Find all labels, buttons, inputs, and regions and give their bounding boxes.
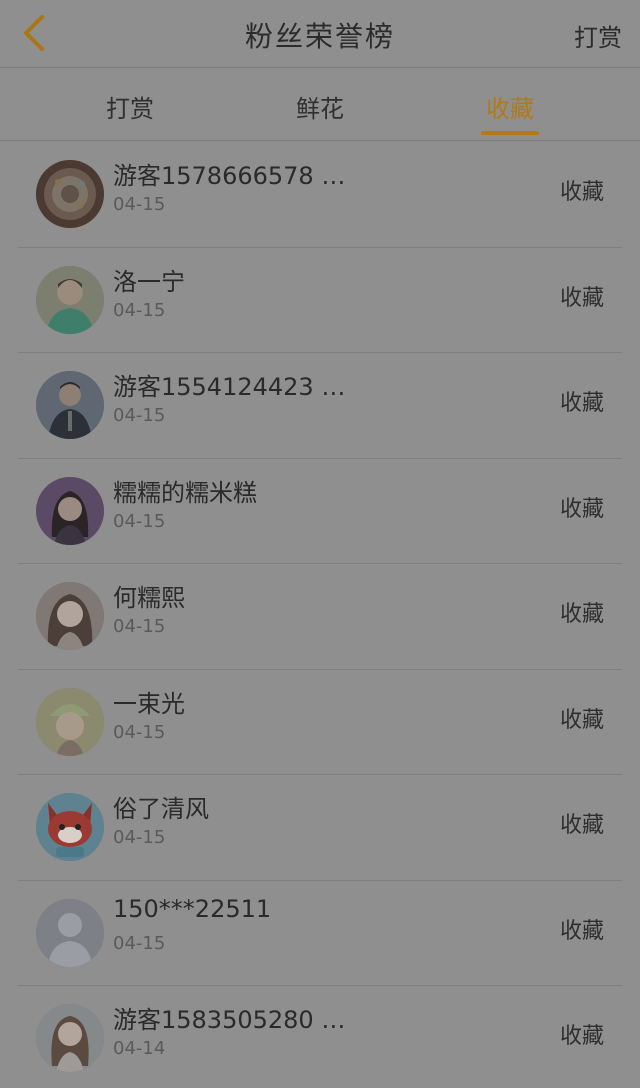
fan-name: 150***22511 [113,894,272,923]
list-item[interactable]: 洛一宁 04-15 收藏 [18,248,622,353]
fan-action: 收藏 [559,918,604,944]
fan-name: 何糯熙 [113,584,185,612]
fan-action: 收藏 [559,707,604,733]
fan-action: 收藏 [559,285,604,311]
person-avatar [36,476,104,545]
fan-action: 收藏 [559,496,604,522]
fan-date: 04-15 [113,405,166,426]
fan-action: 收藏 [559,813,604,838]
fan-date: 04-15 [113,616,166,637]
tab-reward[interactable]: 打赏 [70,89,190,124]
fan-name: 游客1578666578 … [113,162,346,190]
top-bar: 粉丝荣誉榜 打赏 [0,0,640,68]
fan-name: 游客1554124423 … [113,373,346,401]
reward-button[interactable]: 打赏 [574,18,622,53]
default-user-avatar [36,898,104,967]
tab-bar: 打赏 鲜花 收藏 [0,69,640,141]
cartoon-fox-avatar [36,793,104,861]
fan-honor-page: 粉丝荣誉榜 打赏 打赏 鲜花 收藏 游客1578666578 … 04-15 收… [0,0,640,1088]
fan-date: 04-15 [113,510,166,532]
fan-action: 收藏 [559,602,604,627]
fan-date: 04-15 [113,932,166,954]
fan-action: 收藏 [559,391,604,416]
fan-name: 洛一宁 [113,267,185,296]
list-item[interactable]: 游客1583505280 … 04-14 收藏 [18,986,622,1088]
fan-name: 一束光 [113,689,185,718]
fan-name: 俗了清风 [113,795,209,823]
list-item[interactable]: 俗了清风 04-15 收藏 [18,775,622,881]
fan-date: 04-15 [113,827,166,848]
cake-avatar [36,160,104,228]
tab-flowers[interactable]: 鲜花 [260,89,380,124]
tab-favorites[interactable]: 收藏 [450,89,570,124]
fan-date: 04-15 [113,194,166,215]
fan-date: 04-15 [113,299,166,321]
fan-date: 04-14 [113,1038,166,1059]
list-item[interactable]: 游客1554124423 … 04-15 收藏 [18,353,622,459]
list-item[interactable]: 游客1578666578 … 04-15 收藏 [18,142,622,248]
fan-name: 游客1583505280 … [113,1006,346,1034]
fan-list: 游客1578666578 … 04-15 收藏 洛一宁 04-15 收藏 游客1… [0,142,640,1088]
fan-action: 收藏 [559,1024,604,1049]
list-item[interactable]: 一束光 04-15 收藏 [18,670,622,775]
list-item[interactable]: 150***22511 04-15 收藏 [18,881,622,986]
fan-date: 04-15 [113,721,166,743]
person-avatar [36,371,104,439]
list-item[interactable]: 糯糯的糯米糕 04-15 收藏 [18,459,622,564]
active-tab-indicator [481,131,539,135]
fan-name: 糯糯的糯米糕 [113,478,257,507]
fan-action: 收藏 [559,180,604,205]
person-avatar [36,1004,104,1072]
list-item[interactable]: 何糯熙 04-15 收藏 [18,564,622,670]
person-avatar [36,687,104,756]
page-title: 粉丝荣誉榜 [244,20,395,53]
person-avatar [36,582,104,650]
person-avatar [36,265,104,334]
